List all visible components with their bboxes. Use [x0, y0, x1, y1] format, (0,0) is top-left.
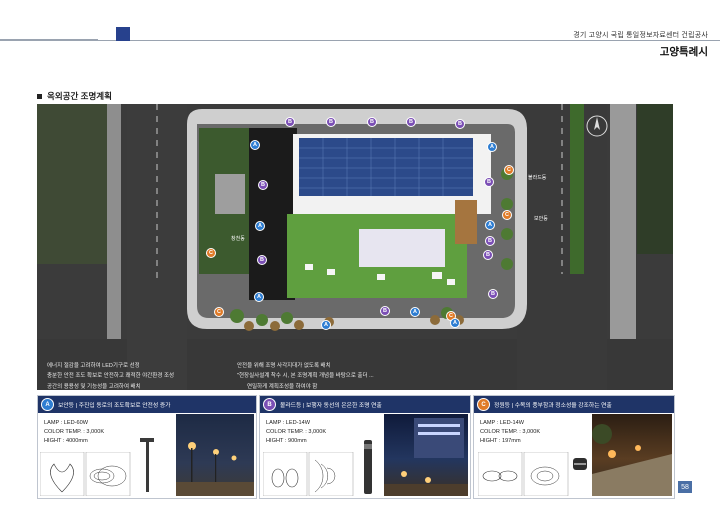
- panel-title: 정원등 | 수목의 풍부함과 정소성을 강조하는 연출: [494, 403, 612, 409]
- light-marker-a: A: [321, 320, 331, 330]
- badge-a: A: [41, 398, 54, 411]
- spec-list: LAMP : LED-14W COLOR TEMP. : 3,000K HIGH…: [266, 419, 326, 446]
- light-marker-b: B: [484, 177, 494, 187]
- panel-header: A 보안등 | 주진입 동로의 조도확보로 안전성 증가: [38, 396, 256, 413]
- spec-list: LAMP : LED-14W COLOR TEMP. : 3,000K HIGH…: [480, 419, 540, 446]
- site-plan-drawing: [37, 104, 673, 390]
- light-marker-b: B: [367, 117, 377, 127]
- header-square: [116, 27, 130, 41]
- design-notes: 에너지 절감을 고려하여 LED기구로 선정 충분한 안전 조도 확보로 안전하…: [37, 355, 437, 391]
- spec-list: LAMP : LED-60W COLOR TEMP. : 3,000K HIGH…: [44, 419, 104, 446]
- page-number: 58: [678, 481, 692, 493]
- photometric-diagram: [263, 452, 354, 496]
- bullet-square-icon: [37, 93, 42, 99]
- spec-height: HIGHT : 4000mm: [44, 438, 88, 444]
- note-item: 에너지 절감을 고려하여 LED기구로 선정: [47, 363, 140, 369]
- badge-b: B: [263, 398, 276, 411]
- spec-color-temp: COLOR TEMP. : 3,000K: [480, 429, 541, 435]
- spec-height: HIGHT : 900mm: [266, 438, 307, 444]
- plan-label-security-light: 보안등: [534, 216, 548, 222]
- night-photo-c: [592, 414, 672, 496]
- light-marker-b: B: [285, 117, 295, 127]
- project-title: 경기 고양시 국립 통일정보자료센터 건립공사: [573, 32, 708, 39]
- note-item: 공간의 용용성 및 기능성을 고려하여 배치: [47, 384, 141, 390]
- light-marker-a: A: [450, 318, 460, 328]
- note-item: 안전을 위해 조명 사각지대가 없도록 배치: [237, 363, 331, 369]
- city-name: 고양특례시: [659, 46, 708, 58]
- bollard-image: [364, 440, 372, 494]
- light-marker-a: A: [254, 292, 264, 302]
- light-marker-b: B: [406, 117, 416, 127]
- luminaire-pole-image: [140, 438, 154, 492]
- light-marker-b: B: [488, 289, 498, 299]
- spec-lamp: LAMP : LED-60W: [44, 420, 89, 426]
- photometric-diagram: [40, 452, 131, 496]
- note-item: 충분한 안전 조도 확보로 안전하고 쾌적한 야간환경 조성: [47, 373, 175, 379]
- light-marker-c: C: [502, 210, 512, 220]
- spec-color-temp: COLOR TEMP. : 3,000K: [266, 429, 327, 435]
- light-marker-a: A: [487, 142, 497, 152]
- light-marker-a: A: [255, 221, 265, 231]
- header-rule: [0, 40, 720, 41]
- light-marker-b: B: [483, 250, 493, 260]
- plan-label-bollard: 볼라드등: [528, 175, 547, 181]
- note-item: 연밀하게 계획조성을 하여야 함: [247, 384, 318, 390]
- night-photo-a: [176, 414, 254, 496]
- panel-header: C 정원등 | 수목의 풍부함과 정소성을 강조하는 연출: [474, 396, 674, 413]
- panel-title: 볼라드등 | 보행자 동선의 은은한 조명 연출: [280, 403, 382, 409]
- panel-bollard-light: B 볼라드등 | 보행자 동선의 은은한 조명 연출 LAMP : LED-14…: [259, 395, 471, 499]
- light-marker-b: B: [380, 306, 390, 316]
- spec-color-temp: COLOR TEMP. : 3,000K: [44, 429, 105, 435]
- panel-security-light: A 보안등 | 주진입 동로의 조도확보로 안전성 증가 LAMP : LED-…: [37, 395, 257, 499]
- garden-light-image: [573, 458, 587, 470]
- section-title-text: 옥외공간 조명계획: [47, 91, 112, 101]
- photometric-diagram: [478, 452, 569, 496]
- light-marker-b: B: [485, 236, 495, 246]
- light-marker-a: A: [250, 140, 260, 150]
- light-marker-b: B: [326, 117, 336, 127]
- spec-height: HIGHT : 197mm: [480, 438, 521, 444]
- light-marker-a: A: [410, 307, 420, 317]
- light-marker-c: C: [214, 307, 224, 317]
- light-marker-b: B: [258, 180, 268, 190]
- plan-label-left-building: 창천동: [231, 236, 245, 242]
- light-marker-b: B: [455, 119, 465, 129]
- badge-c: C: [477, 398, 490, 411]
- panel-title: 보안등 | 주진입 동로의 조도확보로 안전성 증가: [58, 403, 171, 409]
- site-plan: 창천동 볼라드등 보안등: [37, 104, 673, 390]
- spec-lamp: LAMP : LED-14W: [480, 420, 525, 426]
- panel-garden-light: C 정원등 | 수목의 풍부함과 정소성을 강조하는 연출 LAMP : LED…: [473, 395, 675, 499]
- note-item: "현장실사설계 착수 시, 본 조명계획 개념을 바탕으로 출더 ...: [237, 373, 374, 379]
- panel-header: B 볼라드등 | 보행자 동선의 은은한 조명 연출: [260, 396, 470, 413]
- light-marker-a: A: [485, 220, 495, 230]
- spec-lamp: LAMP : LED-14W: [266, 420, 311, 426]
- section-title: 옥외공간 조명계획: [37, 90, 112, 102]
- light-marker-b: B: [257, 255, 267, 265]
- light-marker-c: C: [206, 248, 216, 258]
- night-photo-b: [384, 414, 468, 496]
- light-marker-c: C: [504, 165, 514, 175]
